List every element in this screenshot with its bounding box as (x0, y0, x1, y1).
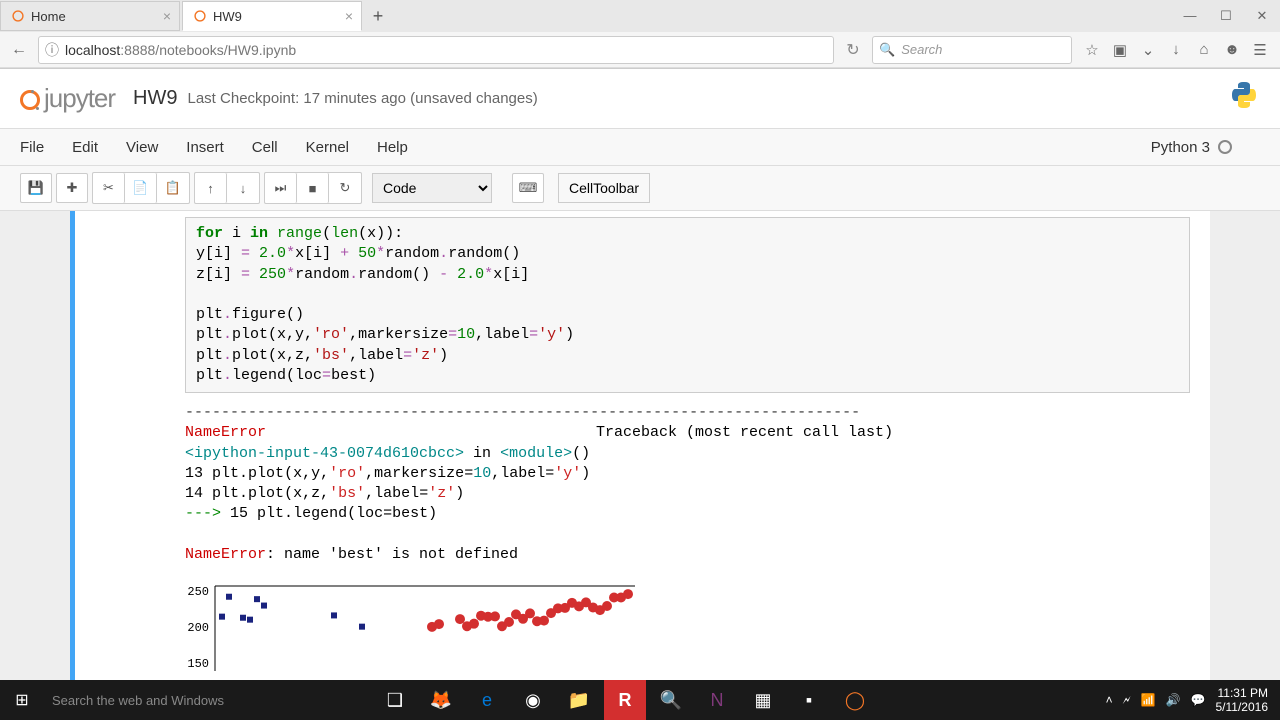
svg-text:200: 200 (187, 621, 209, 635)
move-down-button[interactable]: ↓ (227, 173, 259, 203)
url-input[interactable]: ⓘ localhost:8888/notebooks/HW9.ipynb (38, 36, 834, 64)
search-placeholder: Search (901, 42, 942, 57)
menu-insert[interactable]: Insert (186, 139, 224, 156)
pocket-icon[interactable]: ⌄ (1134, 41, 1162, 59)
command-palette-button[interactable]: ⌨ (512, 173, 544, 203)
browser-chrome: Home × HW9 × + — ☐ ✕ ← ⓘ localhost:8888/… (0, 0, 1280, 69)
python-logo (1228, 79, 1260, 118)
tab-bar: Home × HW9 × + — ☐ ✕ (0, 0, 1280, 32)
tab-label: HW9 (213, 9, 242, 24)
paste-button[interactable]: 📋 (157, 173, 189, 203)
home-icon[interactable]: ⌂ (1190, 41, 1218, 59)
notifications-icon[interactable]: 💬 (1191, 693, 1206, 707)
run-button[interactable]: ⏭ (265, 173, 297, 203)
restart-button[interactable]: ↻ (329, 173, 361, 203)
celltoolbar-button[interactable]: CellToolbar (558, 173, 650, 203)
menu-edit[interactable]: Edit (72, 139, 98, 156)
kernel-indicator: Python 3 (1151, 139, 1232, 156)
stop-button[interactable]: ■ (297, 173, 329, 203)
window-controls: — ☐ ✕ (1172, 8, 1280, 24)
scatter-plot: 250 200 150 (185, 581, 1210, 678)
magnifier-icon[interactable]: 🔍 (650, 680, 692, 720)
r-icon[interactable]: R (604, 680, 646, 720)
maximize-button[interactable]: ☐ (1208, 8, 1244, 24)
app-icon[interactable]: ▦ (742, 680, 784, 720)
edge-icon[interactable]: e (466, 680, 508, 720)
clock[interactable]: 11:31 PM 5/11/2016 (1216, 686, 1269, 715)
cell-type-select[interactable]: Code (372, 173, 492, 203)
address-bar: ← ⓘ localhost:8888/notebooks/HW9.ipynb ↻… (0, 32, 1280, 68)
taskbar-search[interactable]: Search the web and Windows (44, 693, 354, 708)
battery-icon[interactable]: 🗲 (1123, 693, 1131, 708)
jupyter-header: jupyter HW9 Last Checkpoint: 17 minutes … (0, 69, 1280, 128)
explorer-icon[interactable]: 📁 (558, 680, 600, 720)
checkpoint-status: Last Checkpoint: 17 minutes ago (unsaved… (188, 90, 538, 107)
notebook-name[interactable]: HW9 (133, 87, 177, 110)
url-host: localhost (65, 42, 120, 58)
kernel-name: Python 3 (1151, 139, 1210, 156)
reload-button[interactable]: ↻ (840, 40, 866, 60)
info-icon: ⓘ (45, 40, 59, 60)
tab-home[interactable]: Home × (0, 1, 180, 31)
code-cell[interactable]: for i in range(len(x)): y[i] = 2.0*x[i] … (70, 211, 1210, 694)
copy-button[interactable]: 📄 (125, 173, 157, 203)
cut-button[interactable]: ✂ (93, 173, 125, 203)
menu-kernel[interactable]: Kernel (306, 139, 349, 156)
jupyter-logo[interactable]: jupyter (20, 83, 115, 114)
download-icon[interactable]: ↓ (1162, 41, 1190, 59)
toolbar: 💾 ✚ ✂ 📄 📋 ↑ ↓ ⏭ ■ ↻ Code ⌨ CellToolbar (0, 166, 1280, 211)
svg-text:250: 250 (187, 585, 209, 599)
kernel-status-icon (1218, 140, 1232, 154)
firefox-icon[interactable]: 🦊 (420, 680, 462, 720)
menu-help[interactable]: Help (377, 139, 408, 156)
cell-output: ----------------------------------------… (185, 393, 1210, 688)
chrome-icon[interactable]: ◉ (512, 680, 554, 720)
back-button[interactable]: ← (6, 41, 32, 59)
tab-hw9[interactable]: HW9 × (182, 1, 362, 31)
tab-label: Home (31, 9, 66, 24)
url-path: :8888/notebooks/HW9.ipynb (120, 42, 296, 58)
start-button[interactable]: ⊞ (0, 690, 44, 710)
taskbar-apps: ❑ 🦊 e ◉ 📁 R 🔍 N ▦ ▪ ◯ (374, 680, 876, 720)
move-up-button[interactable]: ↑ (195, 173, 227, 203)
search-input[interactable]: 🔍 Search (872, 36, 1072, 64)
onenote-icon[interactable]: N (696, 680, 738, 720)
close-button[interactable]: ✕ (1244, 8, 1280, 24)
volume-icon[interactable]: 🔊 (1166, 693, 1181, 707)
menu-cell[interactable]: Cell (252, 139, 278, 156)
jupyter-taskbar-icon[interactable]: ◯ (834, 680, 876, 720)
menubar: File Edit View Insert Cell Kernel Help P… (0, 128, 1280, 166)
svg-text:150: 150 (187, 657, 209, 671)
wifi-icon[interactable]: 📶 (1141, 693, 1156, 707)
search-icon: 🔍 (879, 42, 895, 58)
notebook-area[interactable]: for i in range(len(x)): y[i] = 2.0*x[i] … (0, 211, 1280, 701)
terminal-icon[interactable]: ▪ (788, 680, 830, 720)
task-view-icon[interactable]: ❑ (374, 680, 416, 720)
minimize-button[interactable]: — (1172, 8, 1208, 24)
close-icon[interactable]: × (163, 8, 171, 24)
library-icon[interactable]: ▣ (1106, 41, 1134, 59)
save-button[interactable]: 💾 (20, 173, 52, 203)
jupyter-icon (11, 9, 25, 23)
chart-svg: 250 200 150 (185, 581, 645, 671)
code-input[interactable]: for i in range(len(x)): y[i] = 2.0*x[i] … (185, 217, 1190, 393)
jupyter-icon (193, 9, 207, 23)
tray-up-icon[interactable]: ˄ (1106, 693, 1113, 707)
new-tab-button[interactable]: + (364, 6, 392, 27)
menu-icon[interactable]: ☰ (1246, 41, 1274, 59)
system-tray: ˄ 🗲 📶 🔊 💬 11:31 PM 5/11/2016 (1106, 686, 1280, 715)
menu-view[interactable]: View (126, 139, 158, 156)
close-icon[interactable]: × (345, 8, 353, 24)
jupyter-page: jupyter HW9 Last Checkpoint: 17 minutes … (0, 69, 1280, 701)
menu-file[interactable]: File (20, 139, 44, 156)
add-cell-button[interactable]: ✚ (56, 173, 88, 203)
browser-tools: ☆ ▣ ⌄ ↓ ⌂ ☻ ☰ (1078, 41, 1274, 59)
account-icon[interactable]: ☻ (1218, 41, 1246, 59)
bookmark-icon[interactable]: ☆ (1078, 41, 1106, 59)
windows-taskbar: ⊞ Search the web and Windows ❑ 🦊 e ◉ 📁 R… (0, 680, 1280, 720)
